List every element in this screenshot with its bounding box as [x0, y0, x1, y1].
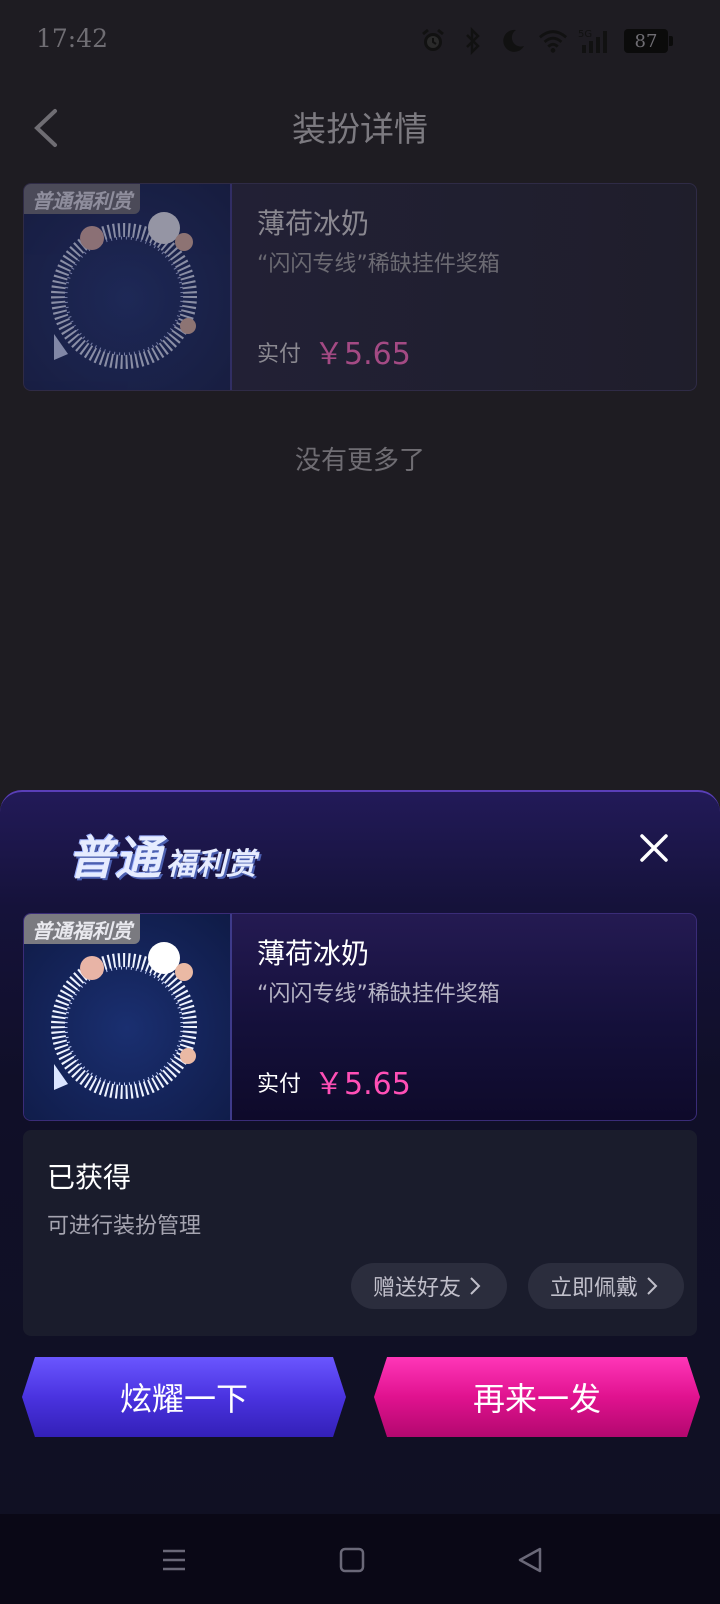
nav-home-button[interactable] — [330, 1538, 374, 1582]
reward-item-card: 普通福利赏 薄荷冰奶 “闪闪专线”稀缺挂件奖箱 实付 ￥5.65 — [23, 913, 697, 1121]
gift-friend-label: 赠送好友 — [373, 1276, 462, 1301]
chevron-right-icon — [647, 1277, 658, 1295]
close-icon — [640, 834, 668, 862]
frame-ring-image — [51, 942, 197, 1099]
gift-friend-button[interactable]: 赠送好友 — [351, 1263, 507, 1309]
item-badge: 普通福利赏 — [24, 184, 140, 214]
item-price: ￥5.65 — [314, 1067, 411, 1102]
show-off-label: 炫耀一下 — [119, 1380, 248, 1418]
system-nav-bar — [0, 1514, 720, 1604]
battery-icon: 87 — [624, 29, 673, 53]
wifi-icon — [538, 26, 568, 56]
item-price: ￥5.65 — [314, 337, 411, 372]
triangle-back-icon — [518, 1547, 542, 1573]
wear-now-label: 立即佩戴 — [550, 1276, 639, 1301]
wear-now-button[interactable]: 立即佩戴 — [528, 1263, 684, 1309]
logo-main-text: 普通 — [68, 831, 162, 885]
item-thumbnail: 普通福利赏 — [24, 184, 232, 390]
menu-icon — [163, 1549, 185, 1571]
square-icon — [339, 1547, 365, 1573]
item-name: 薄荷冰奶 — [257, 207, 370, 240]
battery-level: 87 — [634, 30, 658, 52]
list-end-text: 没有更多了 — [294, 446, 425, 476]
header: 装扮详情 — [0, 82, 720, 172]
nav-back-button[interactable] — [508, 1538, 552, 1582]
item-badge: 普通福利赏 — [24, 914, 140, 944]
draw-again-button[interactable]: 再来一发 — [374, 1357, 700, 1437]
item-name: 薄荷冰奶 — [257, 937, 370, 970]
status-time: 17:42 — [36, 24, 109, 53]
chevron-right-icon — [470, 1277, 481, 1295]
item-description: “闪闪专线”稀缺挂件奖箱 — [257, 252, 500, 277]
page-title: 装扮详情 — [292, 110, 428, 150]
obtained-panel: 已获得 可进行装扮管理 赠送好友 立即佩戴 — [23, 1130, 697, 1336]
svg-text:5G: 5G — [578, 29, 592, 40]
item-thumbnail: 普通福利赏 — [24, 914, 232, 1120]
obtained-subtitle: 可进行装扮管理 — [47, 1214, 202, 1239]
item-description: “闪闪专线”稀缺挂件奖箱 — [257, 982, 500, 1007]
status-bar: 17:42 5G 87 — [0, 0, 720, 82]
bluetooth-icon — [458, 26, 488, 56]
paid-label: 实付 — [257, 342, 302, 367]
frame-ring-image — [51, 212, 197, 369]
draw-again-label: 再来一发 — [472, 1380, 601, 1418]
reward-logo: 普通 福利赏 — [68, 822, 256, 888]
show-off-button[interactable]: 炫耀一下 — [22, 1357, 346, 1437]
signal-icon: 5G — [578, 26, 614, 56]
status-icons: 5G 87 — [418, 24, 673, 58]
close-button[interactable] — [634, 828, 674, 868]
alarm-icon — [418, 26, 448, 56]
list-item[interactable]: 普通福利赏 薄荷冰奶 “闪闪专线”稀缺挂件奖箱 实付 ￥5.65 — [23, 183, 697, 391]
moon-icon — [498, 26, 528, 56]
logo-sub-text: 福利赏 — [166, 847, 256, 882]
paid-label: 实付 — [257, 1072, 302, 1097]
nav-menu-button[interactable] — [152, 1538, 196, 1582]
obtained-title: 已获得 — [47, 1161, 132, 1194]
